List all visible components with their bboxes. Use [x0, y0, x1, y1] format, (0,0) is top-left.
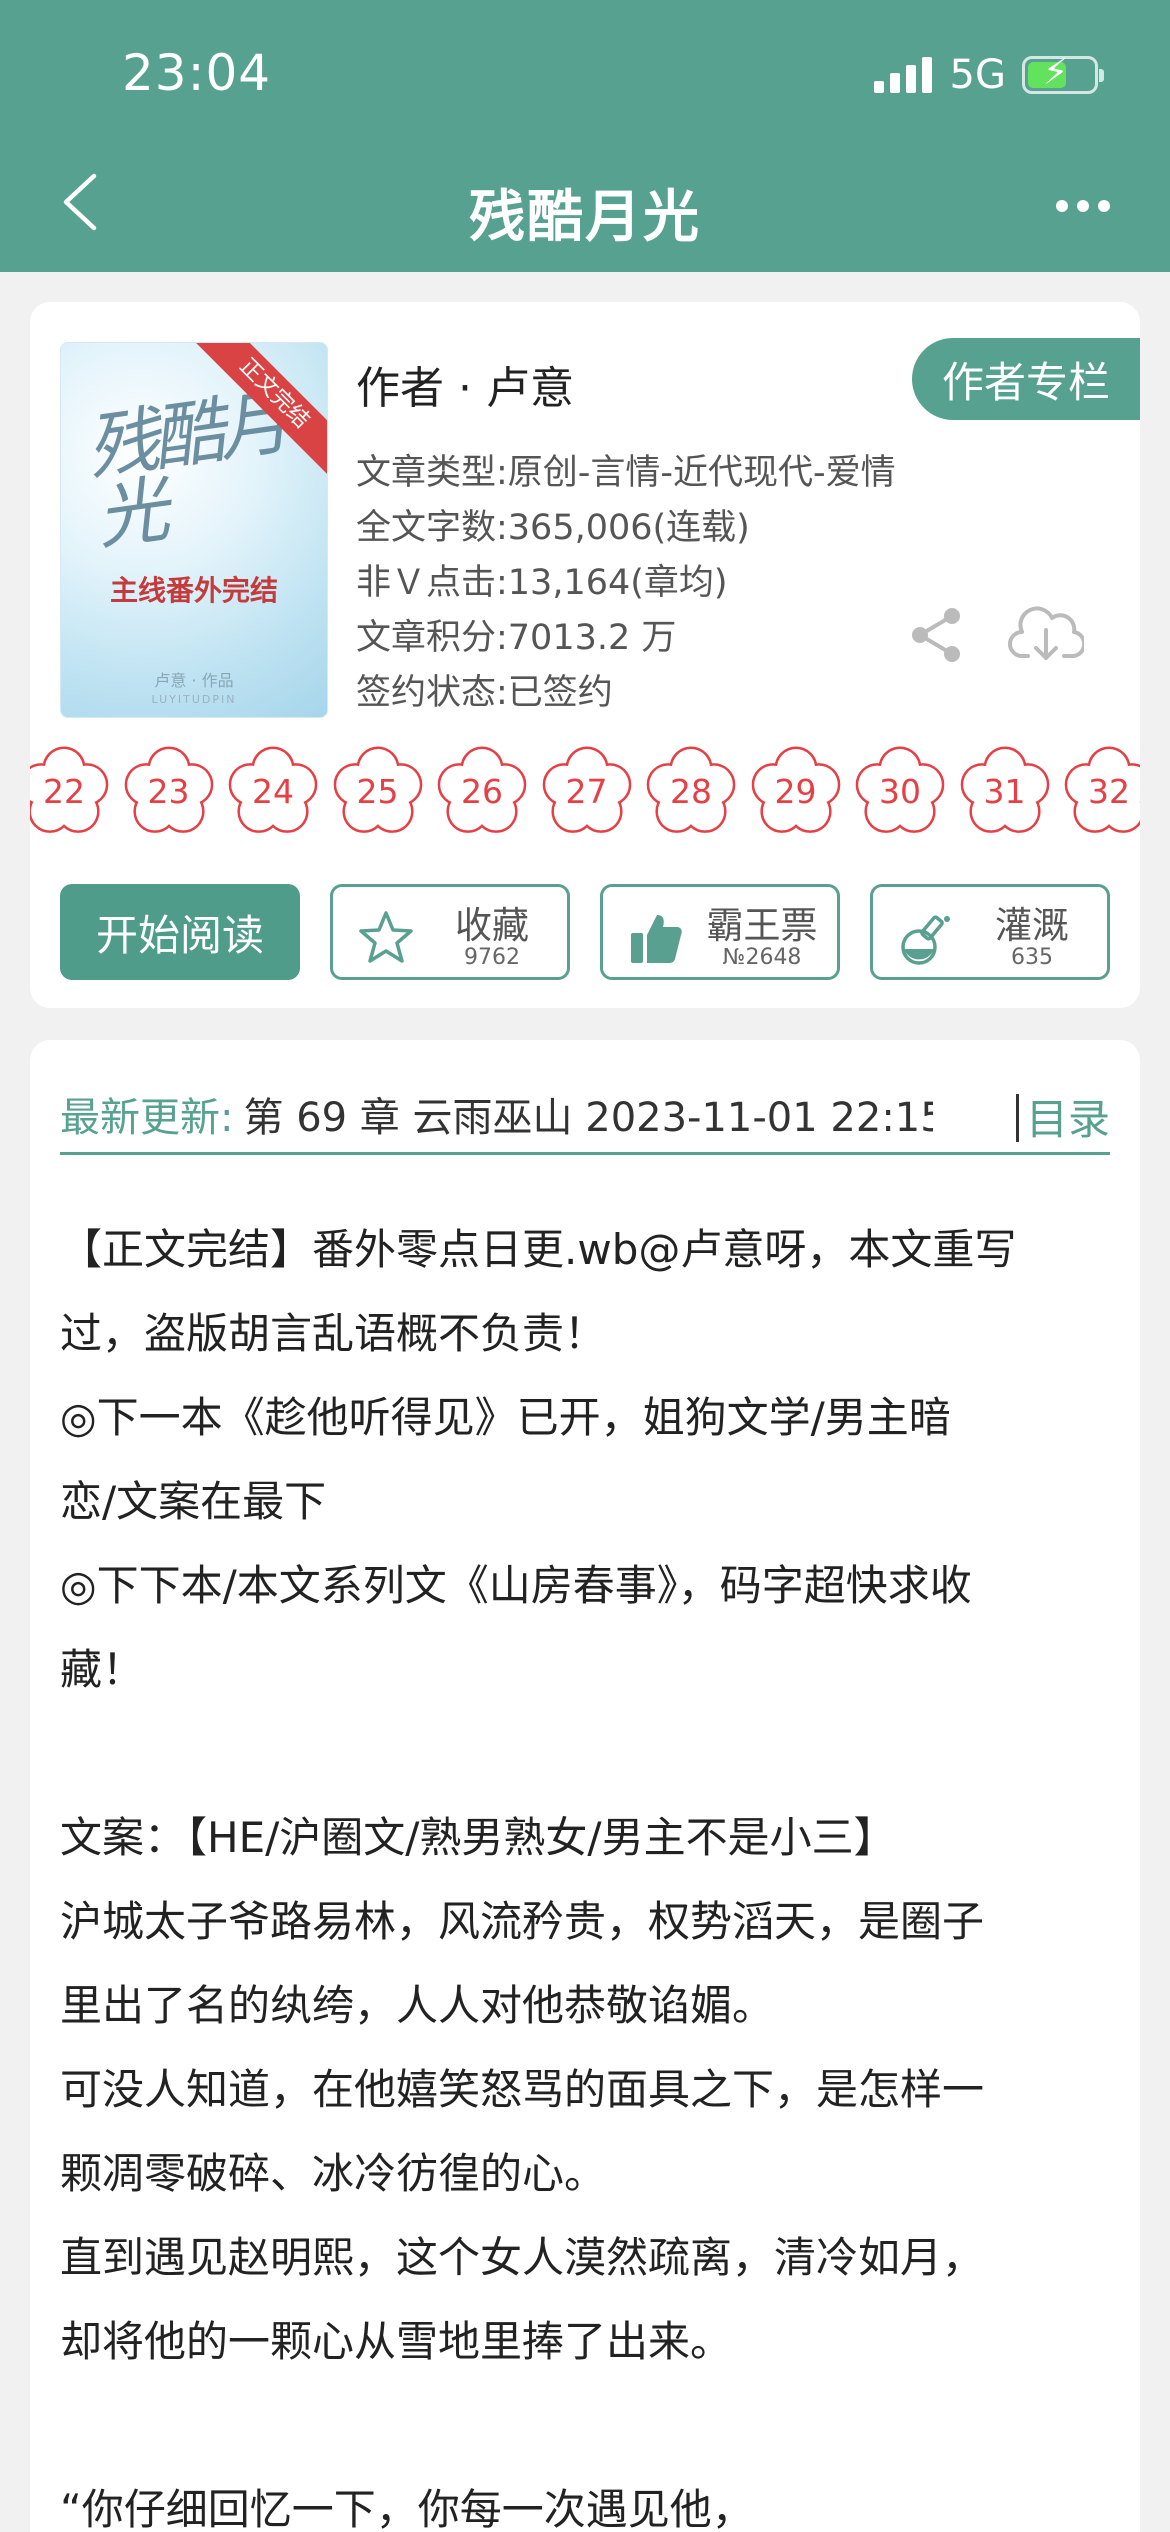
share-icon[interactable]: [908, 606, 966, 664]
star-icon: [359, 911, 413, 963]
flower-badge: 23: [121, 744, 217, 840]
flower-badge: 31: [957, 744, 1053, 840]
flower-badge: 25: [330, 744, 426, 840]
flower-row: 22 23 24 25 26 27 28 29 30 31 32: [30, 744, 1140, 840]
cover-author: 卢意 · 作品: [154, 671, 234, 690]
flower-number: 32: [1088, 772, 1130, 811]
flower-badge: 29: [748, 744, 844, 840]
meta-contract: 签约状态:已签约: [356, 673, 613, 713]
flower-number: 31: [983, 772, 1026, 811]
latest-update-label: 最新更新:: [60, 1095, 234, 1141]
divider-vertical: [1016, 1094, 1019, 1142]
vote-label: 霸王票: [706, 904, 818, 947]
latest-update-row[interactable]: 最新更新: 第 69 章 云雨巫山 2023-11-01 22:15 目录: [60, 1064, 1110, 1164]
flower-number: 22: [43, 772, 85, 811]
status-icons: 5G ⚡: [873, 52, 1104, 98]
author-name[interactable]: 作者 · 卢意: [356, 352, 574, 416]
flower-number: 30: [879, 772, 921, 811]
book-meta: 文章类型:原创-言情-近代现代-爱情 全文字数:365,006(连载) 非Ｖ点击…: [356, 446, 896, 721]
meta-type: 文章类型:原创-言情-近代现代-爱情: [356, 453, 896, 493]
vote-button[interactable]: 霸王票 №2648: [600, 884, 840, 980]
app-header: 23:04 5G ⚡ 残酷月光: [0, 0, 1170, 272]
flower-number: 25: [356, 772, 399, 811]
flower-number: 27: [565, 772, 608, 811]
intro-line: “你仔细回忆一下，你每一次遇见他，: [60, 2485, 754, 2532]
intro-line: [60, 1712, 1120, 1796]
battery-charging-icon: ⚡: [1022, 55, 1104, 94]
flower-number: 29: [774, 772, 817, 811]
latest-update-text[interactable]: 第 69 章 云雨巫山 2023-11-01 22:15: [243, 1085, 933, 1143]
intro-line: ◎下下本/本文系列文《山房春事》，码字超快求收: [60, 1561, 972, 1610]
intro-line: 文案：【HE/沪圈文/熟男熟女/男主不是小三】: [60, 1813, 896, 1862]
intro-line: 直到遇见赵明熙，这个女人漠然疏离，清冷如月，: [60, 2233, 985, 2282]
flower-badge: 32: [1061, 744, 1140, 840]
cover-subtitle: 主线番外完结: [109, 574, 278, 607]
cloud-download-icon[interactable]: [1008, 604, 1084, 666]
vote-count: №2648: [722, 945, 802, 970]
nutrient-bottle-icon: [901, 915, 950, 965]
signal-icon: [873, 57, 932, 93]
meta-score: 文章积分:7013.2 万: [356, 618, 677, 658]
intro-line: 可没人知道，在他嬉笑怒骂的面具之下，是怎样一: [60, 2065, 985, 2114]
start-reading-button[interactable]: 开始阅读: [60, 884, 300, 980]
water-count: 635: [1011, 945, 1053, 970]
flower-number: 23: [147, 772, 190, 811]
collect-count: 9762: [464, 945, 520, 970]
flower-number: 28: [670, 772, 712, 811]
flower-badge: 24: [225, 744, 321, 840]
book-info-card: 残酷月光 正文完结 主线番外完结 卢意 · 作品 LUYITUDPIN 作者 ·…: [30, 302, 1140, 1008]
intro-line: 沪城太子爷路易林，风流矜贵，权势滔天，是圈子: [60, 1897, 985, 1946]
status-time: 23:04: [122, 44, 272, 102]
flower-badge: 27: [539, 744, 635, 840]
intro-line: 颗凋零破碎、冰冷彷徨的心。: [60, 2149, 607, 2198]
intro-line: 却将他的一颗心从雪地里捧了出来。: [60, 2317, 733, 2366]
flower-badge: 22: [30, 744, 112, 840]
flower-badge: 28: [643, 744, 739, 840]
meta-clicks: 非Ｖ点击:13,164(章均): [356, 563, 728, 603]
page-title: 残酷月光: [469, 185, 701, 250]
meta-words: 全文字数:365,006(连载): [356, 508, 750, 548]
flower-badge: 30: [852, 744, 948, 840]
intro-line: [60, 2384, 1120, 2468]
flower-number: 26: [461, 772, 503, 811]
book-intro: 【正文完结】番外零点日更.wb@卢意呀，本文重写 过，盗版胡言乱语概不负责！ ◎下一…: [60, 1208, 1120, 2532]
intro-line: 藏！: [60, 1645, 145, 1694]
flower-number: 24: [252, 772, 294, 811]
divider: [60, 1152, 1110, 1155]
intro-line: 【正文完结】番外零点日更.wb@卢意呀，本文重写: [60, 1225, 1017, 1274]
water-button[interactable]: 灌溉 635: [870, 884, 1110, 980]
content-card: 最新更新: 第 69 章 云雨巫山 2023-11-01 22:15 目录 【正…: [30, 1040, 1140, 2532]
cover-author-en: LUYITUDPIN: [151, 693, 237, 706]
book-cover[interactable]: 残酷月光 正文完结 主线番外完结 卢意 · 作品 LUYITUDPIN: [60, 342, 328, 718]
intro-line: ◎下一本《趁他听得见》已开，姐狗文学/男主暗: [60, 1393, 951, 1442]
intro-line: 恋/文案在最下: [60, 1477, 327, 1526]
flower-badge: 26: [434, 744, 530, 840]
network-label: 5G: [949, 52, 1006, 98]
intro-line: 过，盗版胡言乱语概不负责！: [60, 1309, 607, 1358]
collect-button[interactable]: 收藏 9762: [330, 884, 570, 980]
collect-label: 收藏: [455, 904, 529, 947]
author-column-button[interactable]: 作者专栏: [912, 338, 1140, 420]
intro-line: 里出了名的纨绔，人人对他恭敬谄媚。: [60, 1981, 775, 2030]
water-label: 灌溉: [995, 904, 1069, 947]
ellipsis-icon[interactable]: [1056, 200, 1110, 212]
toc-link[interactable]: 目录: [1026, 1086, 1110, 1147]
thumbs-up-icon: [631, 915, 682, 963]
